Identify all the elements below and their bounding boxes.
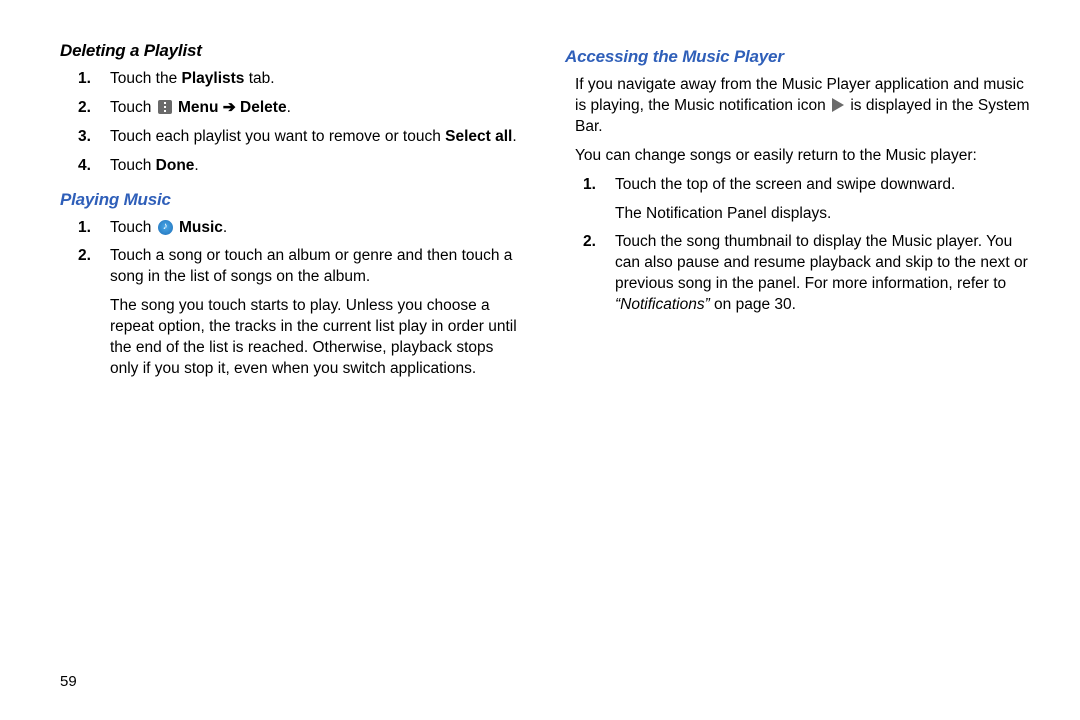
intro-paragraph: If you navigate away from the Music Play… [575, 75, 1030, 138]
step-number: 1. [583, 175, 596, 196]
step-text: Touch Music. [110, 219, 227, 236]
menu-icon [158, 100, 172, 114]
music-app-icon [158, 220, 173, 235]
list-item: 4. Touch Done. [110, 156, 525, 177]
list-item: 2. Touch a song or touch an album or gen… [110, 246, 525, 380]
heading-deleting-playlist: Deleting a Playlist [60, 40, 525, 63]
step-text: Touch a song or touch an album or genre … [110, 246, 525, 380]
heading-playing-music: Playing Music [60, 189, 525, 212]
list-item: 1. Touch the Playlists tab. [110, 69, 525, 90]
deleting-steps-list: 1. Touch the Playlists tab. 2. Touch Men… [60, 69, 525, 177]
heading-accessing-music-player: Accessing the Music Player [565, 46, 1030, 69]
step-number: 4. [78, 156, 91, 177]
step-text: Touch the top of the screen and swipe do… [615, 175, 1030, 225]
list-item: 2. Touch the song thumbnail to display t… [615, 232, 1030, 316]
list-item: 1. Touch the top of the screen and swipe… [615, 175, 1030, 225]
playing-steps-list: 1. Touch Music. 2. Touch a song or touch… [60, 218, 525, 380]
change-songs-line: You can change songs or easily return to… [575, 146, 1030, 167]
manual-page: Deleting a Playlist 1. Touch the Playlis… [0, 0, 1080, 720]
step-text: Touch the Playlists tab. [110, 70, 275, 87]
step-number: 2. [78, 246, 91, 267]
step-text: Touch the song thumbnail to display the … [615, 233, 1028, 313]
step-number: 2. [583, 232, 596, 253]
list-item: 1. Touch Music. [110, 218, 525, 239]
step-number: 2. [78, 98, 91, 119]
accessing-steps-list: 1. Touch the top of the screen and swipe… [565, 175, 1030, 317]
list-item: 3. Touch each playlist you want to remov… [110, 127, 525, 148]
step-number: 1. [78, 218, 91, 239]
step-text: Touch Menu ➔ Delete. [110, 99, 291, 116]
step-text: Touch each playlist you want to remove o… [110, 128, 517, 145]
step-text: Touch Done. [110, 157, 199, 174]
left-column: Deleting a Playlist 1. Touch the Playlis… [60, 40, 545, 700]
play-icon [832, 98, 844, 112]
step-number: 3. [78, 127, 91, 148]
list-item: 2. Touch Menu ➔ Delete. [110, 98, 525, 119]
page-number: 59 [60, 673, 77, 690]
step-number: 1. [78, 69, 91, 90]
right-column: Accessing the Music Player If you naviga… [545, 40, 1030, 700]
